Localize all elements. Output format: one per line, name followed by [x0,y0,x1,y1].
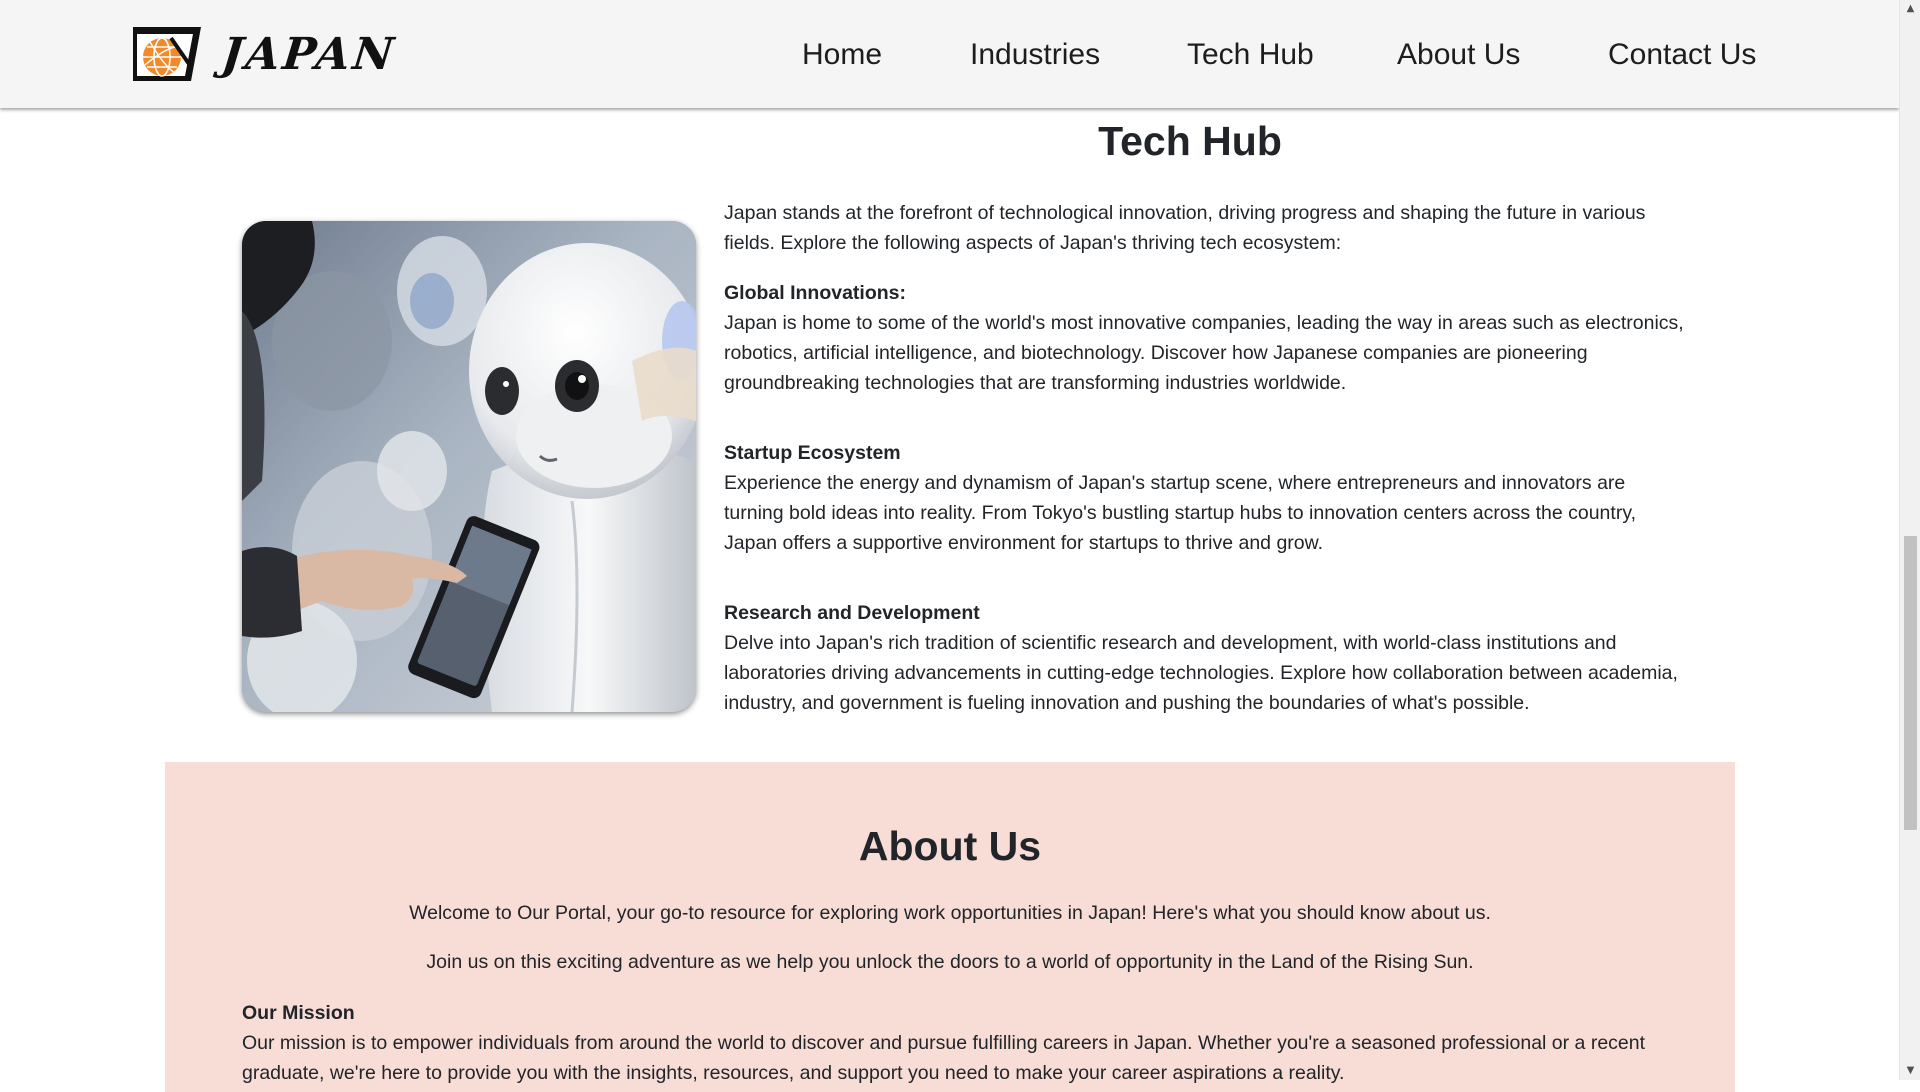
nav-about-us[interactable]: About Us [1397,33,1520,77]
feature-text: Experience the energy and dynamism of Ja… [724,472,1637,554]
nav-contact-us[interactable]: Contact Us [1608,33,1756,77]
scroll-down-arrow-icon[interactable]: ▼ [1900,1062,1920,1080]
feature-text: Japan is home to some of the world's mos… [724,312,1684,394]
tech-hub-intro: Japan stands at the forefront of technol… [724,202,1646,254]
tech-hub-content: Japan stands at the forefront of technol… [724,198,1684,758]
tech-hub-title: Tech Hub [1098,118,1282,164]
scroll-up-arrow-icon[interactable]: ▲ [1900,0,1920,18]
nav-tech-hub[interactable]: Tech Hub [1187,33,1314,77]
feature-title: Research and Development [724,602,980,624]
feature-title: Startup Ecosystem [724,442,901,464]
nav-industries[interactable]: Industries [970,33,1100,77]
about-us-section: About Us Welcome to Our Portal, your go-… [165,762,1735,1092]
about-us-title: About Us [858,823,1042,869]
mission-text: Our mission is to empower individuals fr… [242,1032,1646,1084]
navbar: JAPAN Home Industries Tech Hub About Us … [0,0,1899,108]
mission-title: Our Mission [242,1002,355,1024]
scroll-thumb[interactable] [1904,536,1917,830]
feature-research-development: Research and Development Delve into Japa… [724,598,1684,718]
page-scrollbar[interactable]: ▲ ▼ [1899,0,1920,1080]
main-nav: Home Industries Tech Hub About Us Contac… [0,33,1899,77]
about-join-text: Join us on this exciting adventure as we… [426,951,1474,973]
feature-global-innovations: Global Innovations: Japan is home to som… [724,278,1684,398]
feature-startup-ecosystem: Startup Ecosystem Experience the energy … [724,438,1684,558]
mission-block: Our Mission Our mission is to empower in… [242,998,1682,1088]
feature-title: Global Innovations: [724,282,907,304]
robot-photo [242,221,696,712]
feature-text: Delve into Japan's rich tradition of sci… [724,632,1678,714]
nav-home[interactable]: Home [802,33,882,77]
about-welcome-text: Welcome to Our Portal, your go-to resour… [409,902,1491,924]
